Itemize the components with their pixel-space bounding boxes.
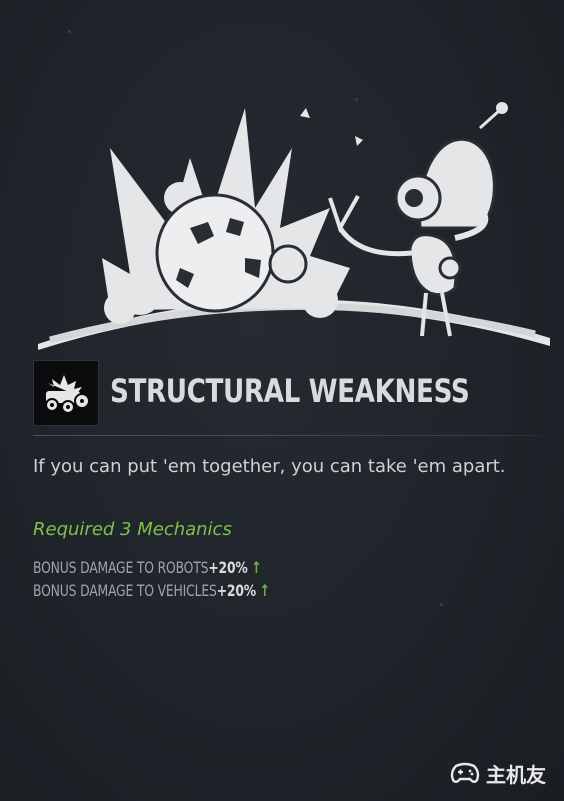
bonus-robots: BONUS DAMAGE TO ROBOTS+20% ↑ [33, 558, 261, 577]
gamepad-logo [450, 762, 480, 783]
dust-speck [68, 30, 71, 33]
watermark-text: 主机友 [486, 762, 546, 787]
up-arrow-icon: ↑ [251, 558, 262, 577]
perk-requirement: Required 3 Mechanics [33, 519, 232, 540]
title-divider [33, 435, 558, 436]
robot-explosion-illustration [38, 102, 550, 350]
perk-title: STRUCTURAL WEAKNESS [110, 372, 470, 410]
watermark: 主机友 [450, 759, 546, 787]
bonus-vehicles: BONUS DAMAGE TO VEHICLES+20% ↑ [33, 581, 270, 600]
up-arrow-icon: ↑ [259, 581, 270, 600]
bonus-value: +20% [216, 581, 257, 600]
perk-description: If you can put 'em together, you can tak… [33, 456, 506, 477]
bonus-label: BONUS DAMAGE TO VEHICLES [33, 581, 217, 600]
wrecked-vehicles-icon [33, 360, 99, 426]
dust-speck [440, 603, 443, 606]
bonus-value: +20% [208, 558, 248, 577]
bonus-label: BONUS DAMAGE TO ROBOTS [33, 558, 209, 577]
